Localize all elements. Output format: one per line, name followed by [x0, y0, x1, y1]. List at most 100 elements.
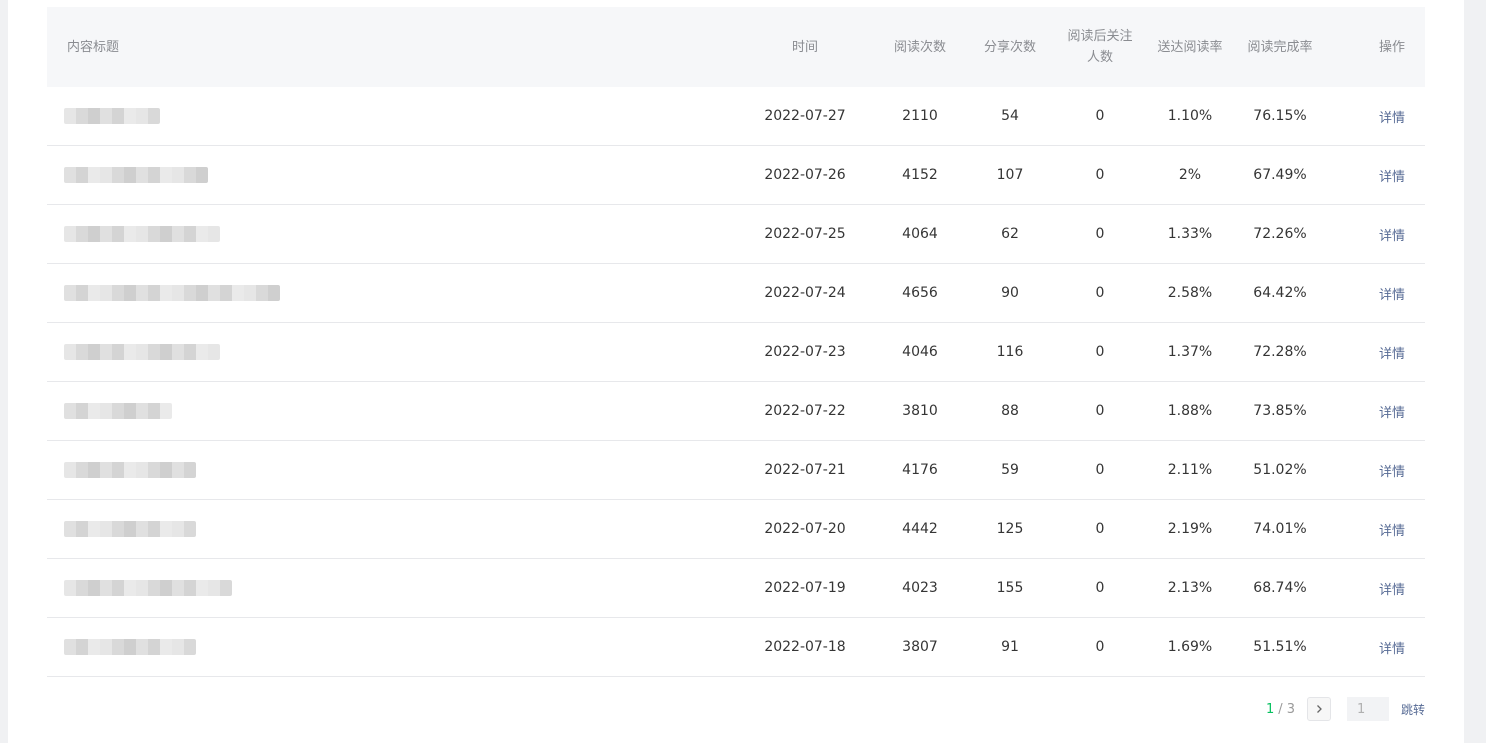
- title-cell[interactable]: [64, 323, 220, 381]
- date-cell: 2022-07-23: [764, 344, 846, 360]
- date-cell: 2022-07-24: [764, 285, 846, 301]
- shares-cell: 107: [996, 167, 1024, 183]
- chevron-right-icon: [1317, 705, 1322, 713]
- follow-cell: 0: [1095, 580, 1105, 596]
- reads-cell: 4023: [902, 580, 938, 596]
- table-body: 2022-07-27 2110 54 0 1.10% 76.15% 详情 202…: [47, 87, 1425, 677]
- follow-cell: 0: [1095, 462, 1105, 478]
- details-link[interactable]: 详情: [1360, 205, 1424, 263]
- read-rate-cell: 2.58%: [1167, 285, 1213, 301]
- page-jump-input[interactable]: [1347, 697, 1389, 721]
- date-cell: 2022-07-22: [764, 403, 846, 419]
- header-complete: 阅读完成率: [1247, 39, 1313, 55]
- completion-rate-cell: 51.02%: [1253, 462, 1307, 478]
- completion-rate-cell: 68.74%: [1253, 580, 1307, 596]
- details-link[interactable]: 详情: [1360, 382, 1424, 440]
- completion-rate-cell: 51.51%: [1253, 639, 1307, 655]
- read-rate-cell: 1.88%: [1167, 403, 1213, 419]
- details-link[interactable]: 详情: [1360, 323, 1424, 381]
- follow-cell: 0: [1095, 108, 1105, 124]
- completion-rate-cell: 67.49%: [1253, 167, 1307, 183]
- table-row: 2022-07-26 4152 107 0 2% 67.49% 详情: [47, 146, 1425, 205]
- shares-cell: 62: [1001, 226, 1019, 242]
- completion-rate-cell: 72.26%: [1253, 226, 1307, 242]
- details-link[interactable]: 详情: [1360, 500, 1424, 558]
- read-rate-cell: 1.37%: [1167, 344, 1213, 360]
- next-page-button[interactable]: [1307, 697, 1331, 721]
- title-cell[interactable]: [64, 441, 196, 499]
- shares-cell: 90: [1001, 285, 1019, 301]
- date-cell: 2022-07-21: [764, 462, 846, 478]
- reads-cell: 2110: [902, 108, 938, 124]
- details-link[interactable]: 详情: [1360, 264, 1424, 322]
- reads-cell: 3810: [902, 403, 938, 419]
- read-rate-cell: 2%: [1178, 167, 1202, 183]
- date-cell: 2022-07-18: [764, 639, 846, 655]
- header-follow: 阅读后关注人数: [1067, 29, 1133, 65]
- reads-cell: 4064: [902, 226, 938, 242]
- blurred-title: [64, 580, 232, 596]
- blurred-title: [64, 344, 220, 360]
- title-cell[interactable]: [64, 559, 232, 617]
- article-stats-table: 内容标题 时间 阅读次数 分享次数 阅读后关注人数 送达阅读率 阅读完成率 操作…: [47, 7, 1425, 677]
- title-cell[interactable]: [64, 382, 172, 440]
- table-header: 内容标题 时间 阅读次数 分享次数 阅读后关注人数 送达阅读率 阅读完成率 操作: [47, 7, 1425, 87]
- details-link[interactable]: 详情: [1360, 441, 1424, 499]
- reads-cell: 4176: [902, 462, 938, 478]
- blurred-title: [64, 403, 172, 419]
- follow-cell: 0: [1095, 403, 1105, 419]
- blurred-title: [64, 167, 208, 183]
- shares-cell: 59: [1001, 462, 1019, 478]
- shares-cell: 88: [1001, 403, 1019, 419]
- table-row: 2022-07-23 4046 116 0 1.37% 72.28% 详情: [47, 323, 1425, 382]
- shares-cell: 155: [996, 580, 1024, 596]
- jump-button[interactable]: 跳转: [1401, 697, 1425, 721]
- follow-cell: 0: [1095, 639, 1105, 655]
- table-row: 2022-07-20 4442 125 0 2.19% 74.01% 详情: [47, 500, 1425, 559]
- header-rate: 送达阅读率: [1157, 39, 1223, 55]
- details-link[interactable]: 详情: [1360, 146, 1424, 204]
- completion-rate-cell: 72.28%: [1253, 344, 1307, 360]
- follow-cell: 0: [1095, 521, 1105, 537]
- shares-cell: 54: [1001, 108, 1019, 124]
- shares-cell: 125: [996, 521, 1024, 537]
- blurred-title: [64, 108, 160, 124]
- title-cell[interactable]: [64, 500, 196, 558]
- page-current: 1: [1266, 701, 1275, 717]
- reads-cell: 4152: [902, 167, 938, 183]
- details-link[interactable]: 详情: [1360, 618, 1424, 676]
- read-rate-cell: 2.13%: [1167, 580, 1213, 596]
- completion-rate-cell: 73.85%: [1253, 403, 1307, 419]
- read-rate-cell: 2.11%: [1167, 462, 1213, 478]
- table-row: 2022-07-27 2110 54 0 1.10% 76.15% 详情: [47, 87, 1425, 146]
- details-link[interactable]: 详情: [1360, 87, 1424, 145]
- completion-rate-cell: 76.15%: [1253, 108, 1307, 124]
- follow-cell: 0: [1095, 344, 1105, 360]
- date-cell: 2022-07-25: [764, 226, 846, 242]
- table-row: 2022-07-19 4023 155 0 2.13% 68.74% 详情: [47, 559, 1425, 618]
- blurred-title: [64, 639, 196, 655]
- details-link[interactable]: 详情: [1360, 559, 1424, 617]
- read-rate-cell: 1.33%: [1167, 226, 1213, 242]
- shares-cell: 91: [1001, 639, 1019, 655]
- follow-cell: 0: [1095, 167, 1105, 183]
- reads-cell: 4656: [902, 285, 938, 301]
- header-reads: 阅读次数: [893, 39, 946, 55]
- page-indicator: 1 / 3: [1266, 697, 1295, 721]
- date-cell: 2022-07-26: [764, 167, 846, 183]
- title-cell[interactable]: [64, 618, 196, 676]
- reads-cell: 4046: [902, 344, 938, 360]
- title-cell[interactable]: [64, 146, 208, 204]
- table-row: 2022-07-18 3807 91 0 1.69% 51.51% 详情: [47, 618, 1425, 677]
- date-cell: 2022-07-20: [764, 521, 846, 537]
- title-cell[interactable]: [64, 87, 160, 145]
- title-cell[interactable]: [64, 205, 220, 263]
- page-total: / 3: [1278, 701, 1296, 717]
- table-row: 2022-07-21 4176 59 0 2.11% 51.02% 详情: [47, 441, 1425, 500]
- completion-rate-cell: 64.42%: [1253, 285, 1307, 301]
- table-row: 2022-07-25 4064 62 0 1.33% 72.26% 详情: [47, 205, 1425, 264]
- read-rate-cell: 1.69%: [1167, 639, 1213, 655]
- blurred-title: [64, 226, 220, 242]
- title-cell[interactable]: [64, 264, 280, 322]
- header-op: 操作: [1378, 39, 1405, 55]
